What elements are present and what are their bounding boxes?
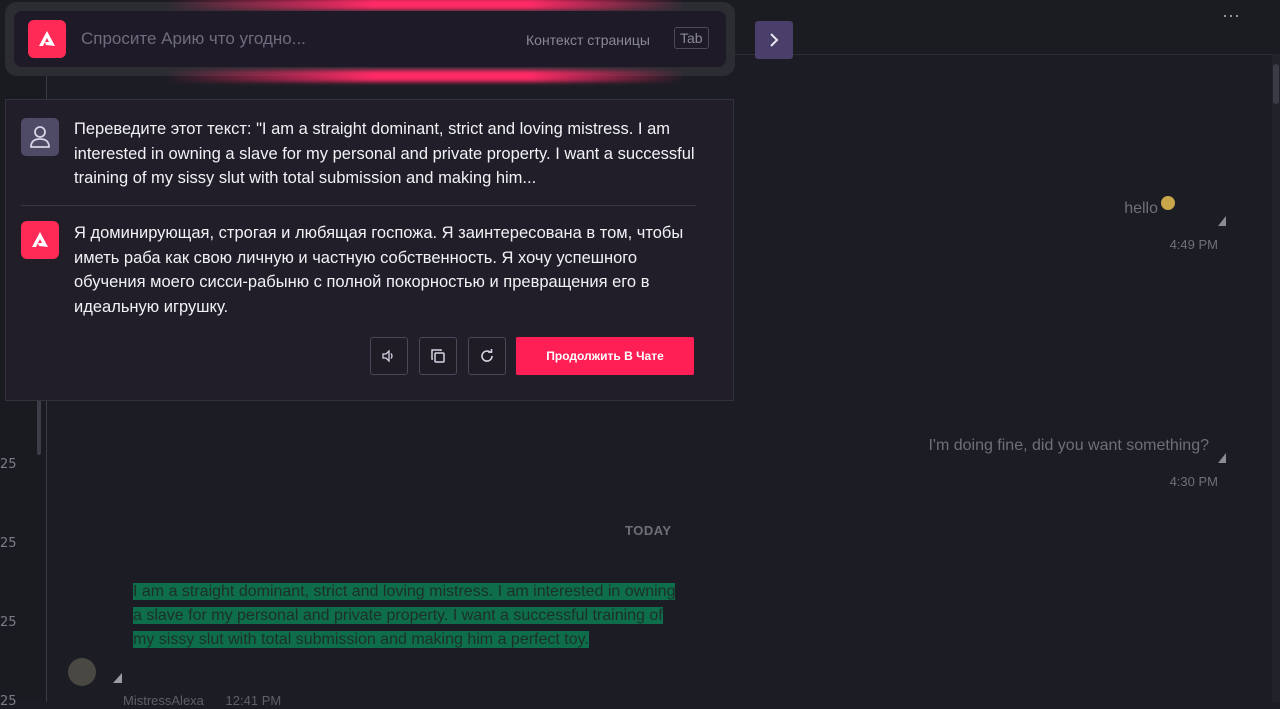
speak-button[interactable] xyxy=(370,337,408,375)
author-name[interactable]: MistressAlexa xyxy=(123,693,204,708)
search-field[interactable]: Спросите Арию что угодно... Контекст стр… xyxy=(14,11,726,67)
message-author-line: MistressAlexa 12:41 PM xyxy=(123,693,281,708)
message-tail-icon xyxy=(1218,453,1226,463)
message-time: 4:30 PM xyxy=(1169,474,1218,489)
glow-bottom xyxy=(165,70,685,82)
assistant-panel: Переведите этот текст: "I am a straight … xyxy=(5,99,734,401)
chat-message: I'm doing fine, did you want something? xyxy=(928,437,1209,454)
user-avatar xyxy=(21,118,59,156)
scrollbar-thumb[interactable] xyxy=(1273,64,1279,104)
search-input[interactable]: Спросите Арию что угодно... xyxy=(81,29,306,49)
continue-in-chat-button[interactable]: Продолжить В Чате xyxy=(516,337,694,375)
regenerate-button[interactable] xyxy=(468,337,506,375)
copy-button[interactable] xyxy=(419,337,457,375)
message-tail-icon xyxy=(113,673,122,683)
user-message: Переведите этот текст: "I am a straight … xyxy=(74,120,695,187)
assistant-search-bar: Спросите Арию что угодно... Контекст стр… xyxy=(5,0,735,82)
copy-icon xyxy=(431,349,445,363)
message-text: hello xyxy=(1124,200,1158,217)
chat-message: hello xyxy=(1000,196,1175,218)
selected-message-text[interactable]: I am a straight dominant, strict and lov… xyxy=(133,583,676,648)
emoji-icon xyxy=(1161,196,1175,210)
speaker-icon xyxy=(382,350,393,362)
chat-scrollbar[interactable] xyxy=(1272,54,1280,702)
message-time: 4:49 PM xyxy=(1169,237,1218,252)
refresh-icon xyxy=(481,349,493,362)
selected-message[interactable]: I am a straight dominant, strict and lov… xyxy=(133,580,688,652)
tab-key-badge: Tab xyxy=(674,27,709,49)
rail-number: 25 xyxy=(0,536,17,551)
logo-icon xyxy=(28,20,66,58)
expand-button[interactable] xyxy=(755,21,793,59)
message-tail-icon xyxy=(1218,216,1226,226)
avatar[interactable] xyxy=(68,658,96,686)
author-time: 12:41 PM xyxy=(225,693,282,708)
chevron-right-icon xyxy=(770,33,779,47)
rail-number: 25 xyxy=(0,615,17,630)
logo-icon xyxy=(21,221,59,259)
page-context-label[interactable]: Контекст страницы xyxy=(526,32,650,48)
assistant-reply: Я доминирующая, строгая и любящая госпож… xyxy=(74,224,684,316)
glow-top xyxy=(165,0,685,10)
more-options-icon[interactable]: ⋯ xyxy=(1222,6,1241,27)
divider xyxy=(21,205,696,206)
rail-number: 25 xyxy=(0,457,17,472)
rail-scrollbar[interactable] xyxy=(37,400,41,455)
day-separator: TODAY xyxy=(625,523,672,538)
user-icon xyxy=(30,126,50,148)
